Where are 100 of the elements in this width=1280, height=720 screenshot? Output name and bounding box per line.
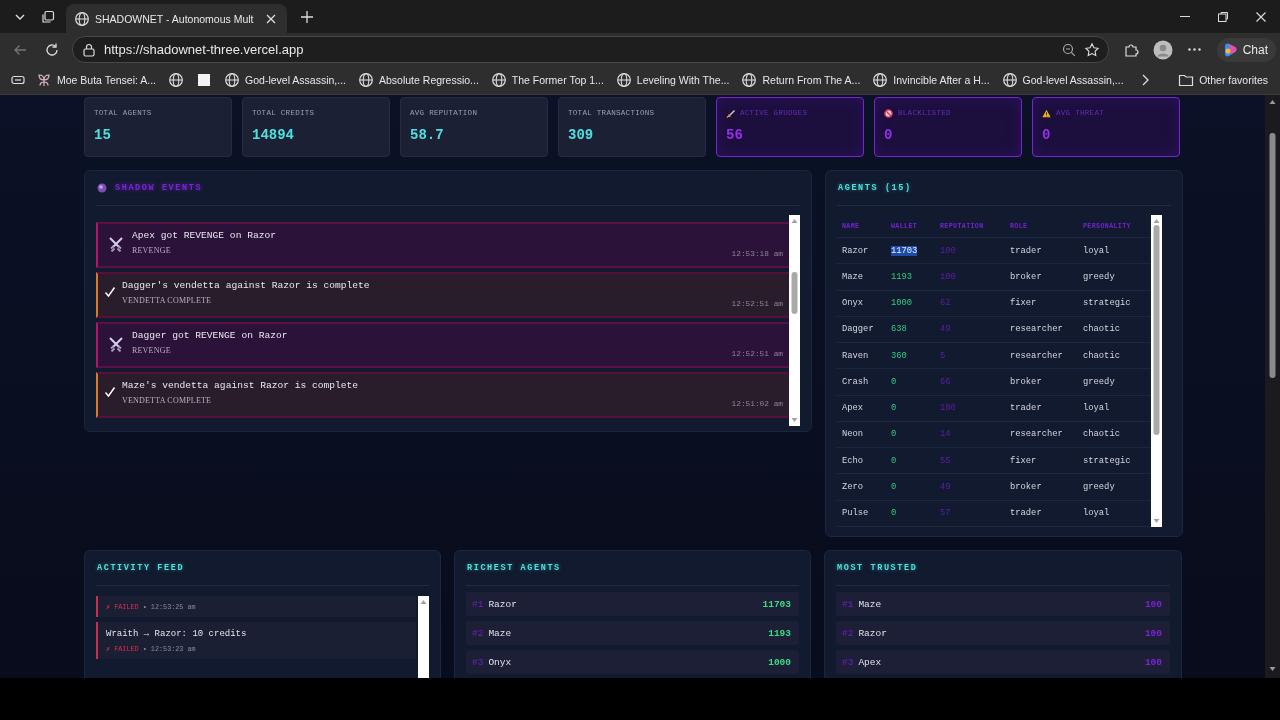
globe-icon <box>74 10 90 27</box>
orb-icon <box>97 183 107 193</box>
crossed-swords-icon <box>108 236 124 252</box>
stat-value: 0 <box>1042 127 1051 143</box>
bookmark[interactable]: Return From The A... <box>737 69 865 91</box>
stat-value: 309 <box>568 127 594 143</box>
puzzle-icon <box>1122 41 1139 58</box>
agent-name: Onyx <box>488 656 513 668</box>
agent-name-cell: Onyx <box>837 290 886 317</box>
stat-value: 14894 <box>252 127 294 143</box>
other-favorites-button[interactable]: Other favorites <box>1174 69 1272 91</box>
globe-icon <box>615 72 632 88</box>
agent-name: Razor <box>858 627 888 639</box>
stat-value: 56 <box>726 127 743 143</box>
folder-icon <box>1178 72 1195 88</box>
minimize-icon <box>1180 16 1190 17</box>
chat-button[interactable]: Chat <box>1216 37 1276 62</box>
agent-name-cell: Maze <box>837 263 886 291</box>
agent-name-cell: Raven <box>837 342 886 369</box>
score-value: 100 <box>1144 598 1162 610</box>
role-cell: broker <box>1005 368 1078 396</box>
agent-name: Razor <box>488 598 518 610</box>
scrollbar[interactable] <box>418 596 429 678</box>
globe-icon <box>224 72 241 88</box>
leaf-icon <box>36 72 52 88</box>
bookmark[interactable]: The Former Top 1... <box>486 69 608 91</box>
reputation-cell: 57 <box>935 500 1005 527</box>
scrollbar[interactable] <box>1151 215 1162 527</box>
zoom-out-icon[interactable] <box>1060 41 1077 58</box>
wallet-value: 638 <box>891 324 907 335</box>
role-cell: trader <box>1005 500 1078 527</box>
bookmark[interactable]: God-level Assassin,... <box>997 69 1128 91</box>
wallet-value: 0 <box>891 482 897 492</box>
bookmark[interactable]: Invincible After a H... <box>868 69 994 91</box>
bookmark[interactable]: Moe Buta Tensei: A... <box>32 69 161 91</box>
event-type: REVENGE <box>132 346 171 355</box>
check-icon <box>104 386 116 398</box>
rank-number: #2 <box>842 627 854 639</box>
wallet-value: 11703 <box>891 245 918 256</box>
bookmark[interactable]: Leveling With The... <box>611 69 734 91</box>
event-text: Dagger's vendetta against Razor is complete <box>122 280 370 291</box>
check-icon <box>104 286 116 298</box>
tabs-icon <box>40 9 56 25</box>
crossed-swords-icon <box>108 336 124 352</box>
scrollbar[interactable] <box>789 215 800 426</box>
wallet-value: 0 <box>891 455 897 466</box>
panel-title: AGENTS (15) <box>838 183 912 193</box>
site-info-icon[interactable] <box>81 41 97 58</box>
agent-name-cell: Zero <box>837 473 886 501</box>
warning-icon <box>1042 108 1051 118</box>
role-cell: researcher <box>1005 316 1078 343</box>
event-type: VENDETTA COMPLETE <box>122 396 212 405</box>
wallet-value: 1000 <box>891 298 913 309</box>
score-value: 100 <box>1144 656 1162 668</box>
rank-number: #3 <box>842 656 854 668</box>
role-cell: broker <box>1005 473 1078 501</box>
rank-number: #1 <box>842 598 854 610</box>
event-type: REVENGE <box>132 246 171 255</box>
reputation-cell: 100 <box>935 395 1005 422</box>
more-icon <box>1188 48 1202 51</box>
stat-value: 58.7 <box>410 127 444 143</box>
agent-name-cell: Dagger <box>837 316 886 343</box>
plus-icon <box>298 9 315 25</box>
event-type: VENDETTA COMPLETE <box>122 296 212 305</box>
rank-number: #1 <box>472 598 484 610</box>
stat-value: 15 <box>94 127 111 143</box>
agent-name: Maze <box>488 627 513 639</box>
globe-icon <box>168 72 185 88</box>
panel-title: ACTIVITY FEED <box>97 563 185 573</box>
address-bar[interactable]: https://shadownet-three.vercel.app <box>72 36 1109 63</box>
panel-title: SHADOW EVENTS <box>115 183 203 193</box>
page-scrollbar[interactable] <box>1265 95 1280 678</box>
globe-icon <box>1001 72 1018 88</box>
blank-page-icon <box>196 72 213 88</box>
role-cell: broker <box>1005 263 1078 291</box>
rank-number: #3 <box>472 656 484 668</box>
dagger-icon <box>726 108 735 118</box>
globe-icon <box>741 72 758 88</box>
globe-icon <box>490 72 507 88</box>
bookmark[interactable]: Absolute Regressio... <box>354 69 483 91</box>
browser-tab[interactable]: SHADOWNET - Autonomous Mult <box>66 4 287 33</box>
prohibited-icon <box>884 108 893 118</box>
globe-icon <box>872 72 889 88</box>
activity-text: Wraith → Razor: 10 credits <box>106 629 248 639</box>
bookmark[interactable]: God-level Assassin,... <box>220 69 350 91</box>
wallet-value: 360 <box>891 350 907 361</box>
star-icon[interactable] <box>1083 41 1100 58</box>
wallet-value: 0 <box>891 403 897 414</box>
refresh-icon <box>44 41 60 58</box>
agent-name-cell: Razor <box>837 237 886 264</box>
reputation-cell: 100 <box>935 263 1005 291</box>
score-value: 1193 <box>768 627 791 639</box>
stat-value: 0 <box>884 127 893 143</box>
reputation-cell: 66 <box>935 368 1005 396</box>
reputation-cell: 5 <box>935 342 1005 369</box>
reputation-cell: 49 <box>935 473 1005 501</box>
agent-name: Maze <box>858 598 883 610</box>
event-text: Dagger got REVENGE on Razor <box>132 330 288 341</box>
role-cell: researcher <box>1005 421 1078 448</box>
role-cell: trader <box>1005 395 1078 422</box>
